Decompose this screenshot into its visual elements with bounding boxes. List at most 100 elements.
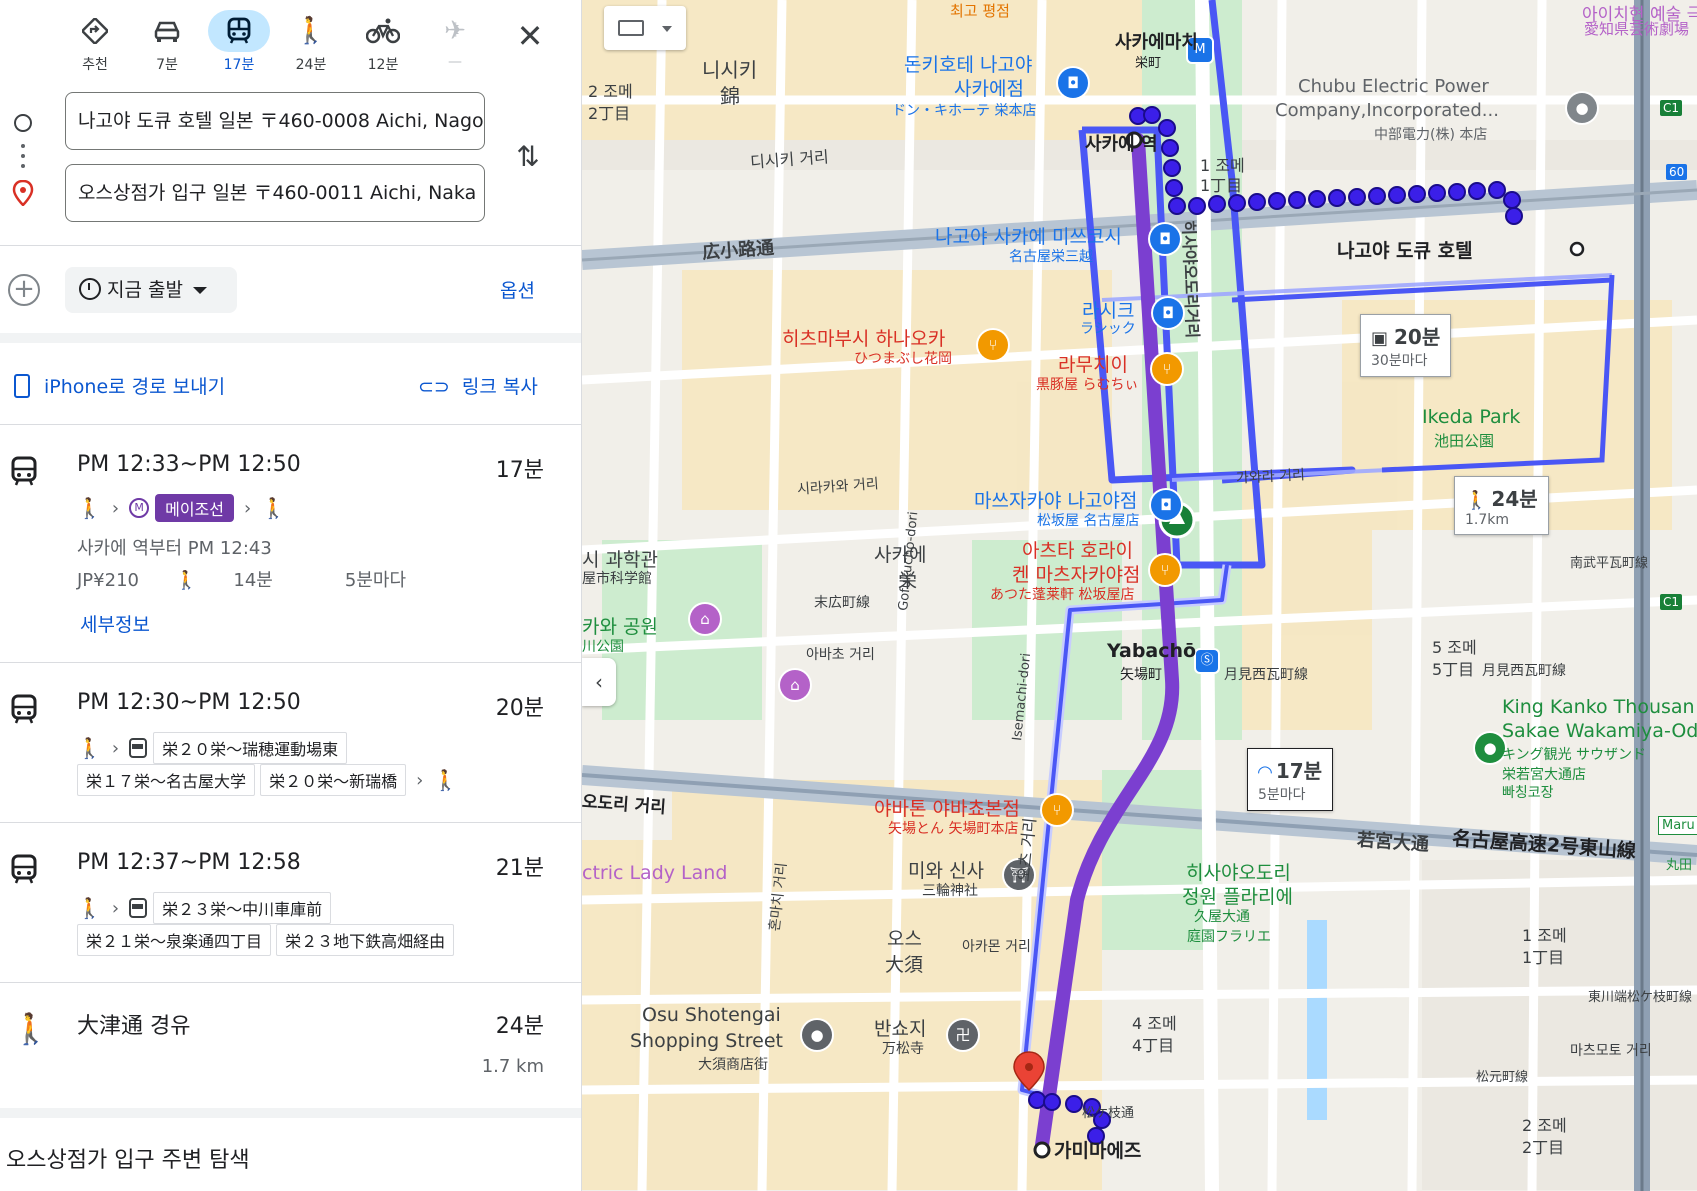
place-poi-icon[interactable]: ● [1567, 93, 1597, 123]
mode-driving[interactable]: 7분 [132, 6, 202, 78]
map-label: 屋市科学館 [582, 571, 652, 587]
metro-icon: M [129, 498, 150, 518]
close-icon: ✕ [516, 17, 544, 55]
restaurant-poi-icon[interactable]: ⑂ [1150, 555, 1180, 585]
trip-option-2[interactable]: PM 12:30~PM 12:50 20분 🚶 › 栄２０栄～瑞穂運動場東 栄１７栄… [0, 680, 581, 820]
map-label: 4 조메 [1132, 1014, 1177, 1033]
map-label: Maru [1658, 816, 1697, 835]
map-label: 月見西瓦町線 [1482, 663, 1566, 679]
map-label: 松坂屋 名古屋店 [1037, 513, 1140, 529]
transit-icon: ◠ [1258, 762, 1272, 783]
origin-input[interactable]: 나고야 도큐 호텔 일본 〒460-0008 Aichi, Nagoya [65, 92, 485, 150]
shopping-poi-icon[interactable]: ◘ [1058, 68, 1088, 98]
map-label: 니시키 [702, 58, 758, 82]
chevron-right-icon: › [111, 897, 120, 919]
mode-cycling[interactable]: 12분 [348, 6, 418, 78]
map-label: ドン・キホーテ 栄本店 [892, 103, 1037, 119]
map-label: 丸田 [1666, 858, 1693, 873]
map-label: Osu Shotengai [642, 1004, 781, 1026]
trip-time: PM 12:37~PM 12:58 [77, 850, 301, 875]
copy-link-label: 링크 복사 [461, 376, 538, 398]
shopping-poi-icon[interactable]: ◘ [1153, 298, 1183, 328]
trip-meta: JP¥210 🚶 14분 5분마다 [77, 566, 442, 592]
map-label: 오스 [887, 928, 922, 950]
map-label: King Kanko Thousan [1502, 696, 1695, 718]
destination-input[interactable]: 오스상점가 입구 일본 〒460-0011 Aichi, Naka [65, 164, 485, 222]
museum-poi-icon[interactable]: ⌂ [780, 670, 810, 700]
trip-option-walk[interactable]: 🚶 大津通 경유 24분 1.7 km [0, 998, 581, 1098]
map-label: 池田公園 [1434, 432, 1495, 450]
close-directions-button[interactable]: ✕ [510, 16, 550, 56]
bus-line-chip: 栄２０栄～新瑞橋 [260, 764, 407, 796]
swap-button[interactable]: ⇅ [508, 137, 548, 177]
restaurant-poi-icon[interactable]: ⑂ [1042, 795, 1072, 825]
options-button[interactable]: 옵션 [500, 276, 535, 303]
walk-icon: 🚶 [433, 768, 459, 792]
map-label: 가와라 거리 [1235, 467, 1306, 487]
map-label: 2丁目 [1522, 1138, 1565, 1157]
section-gap [0, 333, 581, 343]
map-label: 사카에마치 [1115, 32, 1198, 53]
add-stop-button[interactable]: + [8, 274, 40, 306]
shopping-poi-icon[interactable]: ◘ [1151, 490, 1181, 520]
map-label: 広小路通 [701, 237, 775, 264]
depart-row: + 지금 출발 옵션 [0, 262, 581, 322]
chevron-left-icon: ‹ [595, 670, 603, 694]
map-label: 名古屋栄三越 [1009, 249, 1093, 265]
depart-time-dropdown[interactable]: 지금 출발 [65, 267, 237, 313]
route-callout-bus[interactable]: ▣ 20분 30분마다 [1360, 314, 1452, 377]
route-callout-walk[interactable]: 🚶 24분 1.7km [1454, 476, 1549, 535]
restaurant-poi-icon[interactable]: ⑂ [1152, 354, 1182, 384]
bus-icon: ▣ [1371, 328, 1389, 349]
bike-icon [352, 10, 414, 52]
walk-icon: 🚶 [174, 570, 198, 591]
divider [0, 982, 581, 983]
collapse-panel-button[interactable]: ‹ [582, 658, 616, 706]
mode-walking[interactable]: 🚶 24분 [276, 6, 346, 78]
callout-duration: 17분 [1275, 759, 1323, 783]
map-canvas[interactable]: ‹ ▣ 20분 30분마다 🚶 24분 1.7km ◠ 17분 5분마다 ◘ ◘ ◘ … [582, 0, 1697, 1191]
walk-icon: 🚶 [261, 496, 287, 520]
trip-steps-cont: 栄１７栄～名古屋大学 栄２０栄～新瑞橋 › 🚶 [77, 764, 458, 796]
phone-icon [14, 374, 30, 398]
map-label: 矢場町 [1120, 667, 1162, 683]
trip-steps: 🚶 › 栄２３栄～中川車庫前 [77, 892, 332, 924]
map-label: 히사야오도리 [1186, 862, 1291, 884]
copy-link-button[interactable]: ⊂⊃ 링크 복사 [418, 372, 538, 399]
trip-option-1[interactable]: PM 12:33~PM 12:50 17분 🚶 › M 메이조선 › 🚶 사카에 역부터 … [0, 442, 581, 662]
explore-nearby-heading: 오스상점가 입구 주변 탐색 [6, 1148, 250, 1173]
transit-icon [11, 456, 37, 486]
temple-poi-icon[interactable]: 卍 [948, 1020, 978, 1050]
chevron-right-icon: › [416, 769, 424, 791]
callout-frequency: 5분마다 [1258, 787, 1306, 803]
mode-best[interactable]: 추천 [60, 6, 130, 78]
details-link[interactable]: 세부정보 [80, 610, 150, 637]
map-label: 야바톤 야바쵸본점 [874, 798, 1020, 820]
place-poi-icon[interactable]: ● [802, 1020, 832, 1050]
route-shield-badge: C1 [1660, 594, 1683, 610]
subway-station-icon[interactable]: Ⓢ [1196, 650, 1218, 672]
trip-via: 大津通 경유 [77, 1014, 191, 1039]
input-tools-button[interactable] [604, 6, 686, 50]
restaurant-poi-icon[interactable]: ⑂ [978, 330, 1008, 360]
map-label: 東川端松ケ枝町線 [1588, 990, 1693, 1005]
dropdown-arrow-icon [662, 26, 672, 32]
callout-distance: 1.7km [1465, 512, 1510, 528]
trip-duration: 17분 [495, 458, 544, 483]
keyboard-icon [618, 20, 644, 36]
trip-fare: JP¥210 [77, 570, 139, 591]
mode-transit[interactable]: 17분 [204, 6, 274, 78]
chevron-right-icon: › [111, 737, 120, 759]
museum-poi-icon[interactable]: ⌂ [690, 604, 720, 634]
shopping-poi-icon[interactable]: ◘ [1150, 224, 1180, 254]
map-label: 1 조메 [1522, 926, 1567, 945]
bus-icon [129, 898, 148, 918]
place-poi-icon[interactable]: ● [1475, 733, 1505, 763]
route-callout-transit[interactable]: ◠ 17분 5분마다 [1247, 748, 1334, 811]
trip-option-3[interactable]: PM 12:37~PM 12:58 21분 🚶 › 栄２３栄～中川車庫前 栄２１栄～… [0, 840, 581, 980]
trip-distance: 1.7 km [481, 1056, 544, 1077]
send-to-phone-button[interactable]: iPhone로 경로 보내기 [14, 372, 225, 399]
send-to-phone-label: iPhone로 경로 보내기 [44, 376, 226, 398]
map-label: 万松寺 [882, 1041, 924, 1057]
trip-steps-cont: 栄２１栄～泉楽通四丁目 栄２３地下鉄高畑経由 [77, 924, 455, 956]
